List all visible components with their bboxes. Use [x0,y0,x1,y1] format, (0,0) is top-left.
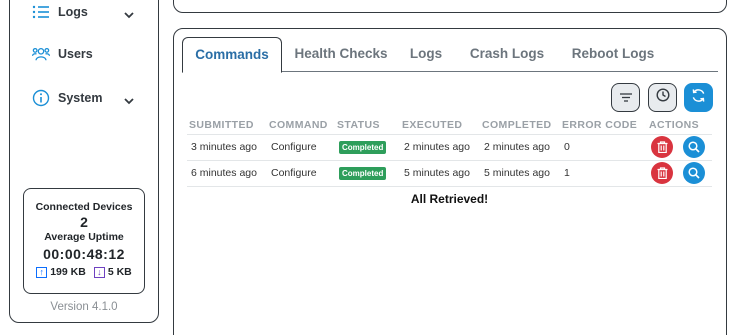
refresh-icon [691,88,706,108]
tab-crash-logs[interactable]: Crash Logs [465,37,549,72]
sidebar-item-logs[interactable]: Logs [32,3,134,21]
table-row: 6 minutes ago Configure Completed 5 minu… [187,160,712,187]
cell-completed: 2 minutes ago [480,134,560,161]
cell-executed: 5 minutes ago [400,160,480,187]
history-button[interactable] [648,83,677,112]
users-icon [32,45,50,63]
tab-logs[interactable]: Logs [406,37,446,72]
cell-actions [647,160,712,187]
cell-status: Completed [335,160,400,187]
status-badge: Completed [339,140,387,154]
column-header-submitted: SUBMITTED [187,117,267,135]
search-icon [688,141,700,153]
download-value: 5 KB [107,266,132,278]
column-header-completed: COMPLETED [480,117,560,135]
cell-submitted: 6 minutes ago [187,160,267,187]
trash-icon [657,167,667,179]
cell-executed: 2 minutes ago [400,134,480,161]
clock-icon [655,88,670,107]
info-circle-icon [32,89,50,107]
sidebar-item-label: Users [58,47,93,61]
cell-actions [647,134,712,161]
filter-icon [619,89,632,107]
app-version: Version 4.1.0 [50,301,118,313]
refresh-button[interactable] [684,83,713,112]
upload-value: 199 KB [50,266,86,278]
cell-error-code: 1 [560,160,647,187]
trash-icon [657,141,667,153]
sidebar-item-label: Logs [58,5,88,19]
delete-button[interactable] [651,136,673,158]
download-arrow-icon: ↓ [93,266,105,278]
connected-devices-value: 2 [80,214,88,230]
main-panel: Commands Health Checks Logs Crash Logs R… [173,28,727,335]
cell-submitted: 3 minutes ago [187,134,267,161]
filter-button[interactable] [611,83,640,112]
list-icon [32,3,50,21]
column-header-actions: ACTIONS [647,117,712,135]
delete-button[interactable] [651,162,673,184]
average-uptime-label: Average Uptime [44,231,124,243]
column-header-command: COMMAND [267,117,335,135]
status-badge: Completed [339,166,387,180]
search-icon [688,167,700,179]
column-header-status: STATUS [335,117,400,135]
cell-status: Completed [335,134,400,161]
sidebar: Logs Users System Connected Devices 2 Av… [9,0,159,323]
chevron-down-icon [124,92,134,110]
device-stats-card: Connected Devices 2 Average Uptime 00:00… [23,188,145,294]
commands-table: SUBMITTED COMMAND STATUS EXECUTED COMPLE… [187,117,712,187]
all-retrieved-message: All Retrieved! [410,192,489,206]
cell-command: Configure [267,134,335,161]
tab-bar: Commands Health Checks Logs Crash Logs R… [182,37,718,73]
cell-command: Configure [267,160,335,187]
cell-completed: 5 minutes ago [480,160,560,187]
upload-arrow-icon: ↑ [36,266,48,278]
column-header-executed: EXECUTED [400,117,480,135]
sidebar-item-system[interactable]: System [32,89,134,107]
table-header-row: SUBMITTED COMMAND STATUS EXECUTED COMPLE… [187,117,712,135]
top-panel [173,0,727,13]
cell-error-code: 0 [560,134,647,161]
view-button[interactable] [682,162,705,184]
network-usage: ↑ 199 KB ↓ 5 KB [24,266,144,278]
sidebar-item-users[interactable]: Users [32,45,93,63]
tab-commands[interactable]: Commands [182,37,282,73]
average-uptime-value: 00:00:48:12 [43,246,125,262]
chevron-down-icon [124,6,134,24]
view-button[interactable] [682,136,705,158]
tab-health-checks[interactable]: Health Checks [288,37,394,72]
column-header-error-code: ERROR CODE [560,117,647,135]
table-row: 3 minutes ago Configure Completed 2 minu… [187,134,712,161]
tab-reboot-logs[interactable]: Reboot Logs [567,37,659,72]
connected-devices-label: Connected Devices [35,201,133,213]
sidebar-item-label: System [58,91,103,105]
